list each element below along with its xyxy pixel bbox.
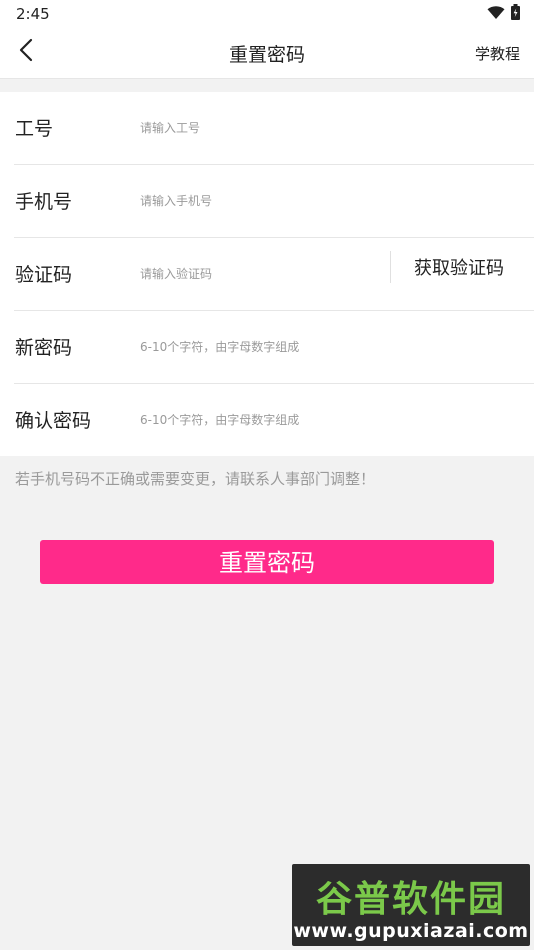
status-time: 2:45 <box>16 5 50 23</box>
new-password-label: 新密码 <box>15 337 73 359</box>
employee-id-row: 工号 <box>14 92 534 165</box>
verification-code-input[interactable] <box>140 262 380 286</box>
divider <box>390 251 391 283</box>
verification-code-label: 验证码 <box>15 264 73 286</box>
status-icons <box>487 4 520 24</box>
phone-input[interactable] <box>140 189 500 213</box>
battery-icon <box>511 4 520 24</box>
phone-change-hint: 若手机号码不正确或需要变更，请联系人事部门调整！ <box>15 470 376 488</box>
confirm-password-row: 确认密码 <box>14 384 534 456</box>
phone-row: 手机号 <box>14 165 534 238</box>
verification-code-row: 验证码 获取验证码 <box>14 238 534 311</box>
confirm-password-input[interactable] <box>140 408 500 432</box>
wifi-icon <box>487 5 505 24</box>
employee-id-input[interactable] <box>140 116 500 140</box>
phone-label: 手机号 <box>15 191 73 213</box>
confirm-password-label: 确认密码 <box>15 410 92 432</box>
watermark-logo-text: 谷普软件园 <box>315 879 506 920</box>
status-bar: 2:45 <box>0 0 534 28</box>
page-title: 重置密码 <box>228 44 305 66</box>
watermark-url: www.gupuxiazai.com <box>293 920 529 942</box>
get-code-button[interactable]: 获取验证码 <box>414 254 504 280</box>
site-watermark: 谷普软件园 www.gupuxiazai.com <box>292 864 530 946</box>
new-password-row: 新密码 <box>14 311 534 384</box>
tutorial-link[interactable]: 学教程 <box>475 43 520 64</box>
reset-password-form: 工号 手机号 验证码 获取验证码 新密码 确认密码 <box>0 92 534 456</box>
nav-bar: 重置密码 学教程 <box>0 28 534 79</box>
new-password-input[interactable] <box>140 335 500 359</box>
reset-password-button[interactable]: 重置密码 <box>40 540 494 584</box>
employee-id-label: 工号 <box>15 118 54 140</box>
